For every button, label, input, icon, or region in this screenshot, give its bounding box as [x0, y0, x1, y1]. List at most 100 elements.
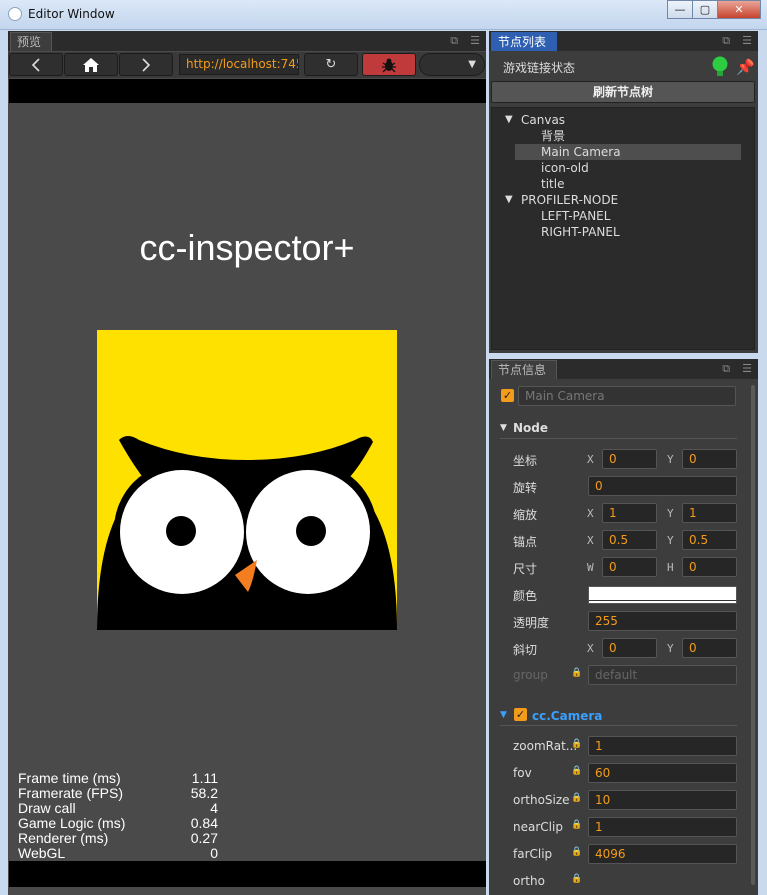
- home-button[interactable]: [64, 53, 118, 76]
- game-title-text: cc-inspector+: [139, 227, 355, 268]
- link-status-label: 游戏链接状态: [503, 61, 576, 75]
- device-dropdown[interactable]: ▼: [419, 53, 485, 76]
- popout-icon[interactable]: ⧉: [450, 34, 458, 48]
- prop-rotation: 旋转 0: [489, 476, 749, 498]
- camera-section-header[interactable]: ▼ ✓ cc.Camera: [500, 708, 737, 726]
- forward-button[interactable]: [119, 53, 173, 76]
- prop-skew: 斜切 X 0 Y 0: [489, 638, 749, 660]
- camera-enabled-checkbox[interactable]: ✓: [514, 708, 527, 721]
- tree-node[interactable]: RIGHT-PANEL: [492, 224, 754, 240]
- canvas-letterbox-top: [9, 79, 486, 103]
- camera-prop-field[interactable]: 10: [588, 790, 737, 810]
- preview-panel: 预览 ⧉ ☰ http://localhost:7456 ↻ ▼ cc-insp…: [8, 31, 486, 895]
- reload-button[interactable]: ↻: [304, 53, 358, 76]
- stat-row: Draw call 4: [18, 801, 218, 816]
- connection-bulb-icon: [712, 56, 728, 76]
- prop-position: 坐标 X 0 Y 0: [489, 449, 749, 471]
- canvas-letterbox-bottom: [9, 861, 486, 887]
- owl-logo-image: [97, 330, 397, 630]
- window-controls: — ▢ ✕: [667, 0, 761, 20]
- tree-node[interactable]: title: [492, 176, 754, 192]
- popout-icon[interactable]: ⧉: [722, 34, 730, 48]
- lock-icon: 🔒: [571, 739, 583, 749]
- expand-arrow-icon[interactable]: ▼: [505, 112, 513, 128]
- stat-value: 0.84: [190, 815, 218, 831]
- anchor-y-field[interactable]: 0.5: [682, 530, 737, 550]
- minimize-button[interactable]: —: [667, 0, 693, 19]
- lock-icon: 🔒: [571, 766, 583, 776]
- scale-y-field[interactable]: 1: [682, 503, 737, 523]
- camera-prop-field[interactable]: 1: [588, 736, 737, 756]
- stat-row: Framerate (FPS) 58.2: [18, 786, 218, 801]
- skew-x-field[interactable]: 0: [602, 638, 657, 658]
- menu-icon[interactable]: ☰: [470, 34, 480, 48]
- tab-nodeinfo[interactable]: 节点信息: [491, 360, 558, 379]
- camera-prop: orthoSize 🔒 10: [489, 790, 749, 812]
- tree-node[interactable]: Main Camera: [492, 144, 754, 160]
- tree-node[interactable]: ▼ Canvas: [492, 112, 754, 128]
- tree-node-label: Canvas: [521, 113, 566, 127]
- tab-nodelist[interactable]: 节点列表: [491, 32, 558, 51]
- camera-prop: zoomRat... 🔒 1: [489, 736, 749, 758]
- back-button[interactable]: [9, 53, 63, 76]
- camera-prop: ortho 🔒: [513, 874, 583, 888]
- skew-y-field[interactable]: 0: [682, 638, 737, 658]
- tree-node-label: RIGHT-PANEL: [541, 225, 620, 239]
- camera-prop-field[interactable]: 4096: [588, 844, 737, 864]
- chevron-right-icon: [142, 57, 151, 72]
- menu-icon[interactable]: ☰: [742, 34, 752, 48]
- expand-arrow-icon[interactable]: ▼: [505, 192, 513, 208]
- position-x-field[interactable]: 0: [602, 449, 657, 469]
- close-button[interactable]: ✕: [717, 0, 761, 19]
- popout-icon[interactable]: ⧉: [722, 362, 730, 376]
- bug-icon: [382, 58, 396, 72]
- tree-node[interactable]: icon-old: [492, 160, 754, 176]
- node-section-header[interactable]: ▼ Node: [500, 421, 737, 439]
- stat-label: WebGL: [18, 845, 66, 861]
- prop-anchor: 锚点 X 0.5 Y 0.5: [489, 530, 749, 552]
- stat-label: Renderer (ms): [18, 830, 109, 846]
- stat-label: Game Logic (ms): [18, 815, 126, 831]
- profiler-stats: Frame time (ms) 1.11 Framerate (FPS) 58.2 Dr…: [18, 771, 218, 861]
- node-name-field[interactable]: Main Camera: [518, 386, 736, 406]
- reload-icon: ↻: [325, 57, 337, 72]
- position-y-field[interactable]: 0: [682, 449, 737, 469]
- menu-icon[interactable]: ☰: [742, 362, 752, 376]
- maximize-button[interactable]: ▢: [692, 0, 718, 19]
- link-status-row: 游戏链接状态 📌: [489, 53, 758, 81]
- scale-x-field[interactable]: 1: [602, 503, 657, 523]
- pin-icon[interactable]: 📌: [736, 58, 755, 76]
- tab-preview[interactable]: 预览: [10, 32, 53, 51]
- camera-prop-field[interactable]: 1: [588, 817, 737, 837]
- anchor-x-field[interactable]: 0.5: [602, 530, 657, 550]
- stat-value: 58.2: [190, 785, 218, 801]
- node-tree: ▼ Canvas 背景 Main Camera icon-old title ▼ PROFIL…: [491, 107, 755, 350]
- tree-node[interactable]: ▼ PROFILER-NODE: [492, 192, 754, 208]
- stat-label: Framerate (FPS): [18, 785, 124, 801]
- window-titlebar: Editor Window — ▢ ✕: [0, 0, 767, 30]
- url-field[interactable]: http://localhost:7456: [179, 54, 299, 75]
- app-icon: [8, 7, 22, 21]
- stat-row: Renderer (ms) 0.27: [18, 831, 218, 846]
- lock-icon: 🔒: [571, 820, 583, 830]
- nodeinfo-scrollbar[interactable]: [751, 385, 755, 885]
- prop-scale: 缩放 X 1 Y 1: [489, 503, 749, 525]
- stat-label: Draw call: [18, 800, 76, 816]
- color-picker-field[interactable]: [588, 586, 737, 604]
- debug-button[interactable]: [362, 53, 416, 76]
- caret-down-icon: ▼: [500, 423, 507, 433]
- caret-down-icon: ▼: [500, 710, 507, 720]
- prop-size: 尺寸 W 0 H 0: [489, 557, 749, 579]
- tree-node[interactable]: LEFT-PANEL: [492, 208, 754, 224]
- node-active-checkbox[interactable]: ✓: [501, 389, 514, 402]
- refresh-tree-button[interactable]: 刷新节点树: [491, 81, 755, 103]
- size-h-field[interactable]: 0: [682, 557, 737, 577]
- rotation-field[interactable]: 0: [588, 476, 737, 496]
- tree-node-label: Main Camera: [541, 145, 621, 159]
- opacity-field[interactable]: 255: [588, 611, 737, 631]
- size-w-field[interactable]: 0: [602, 557, 657, 577]
- tree-node[interactable]: 背景: [492, 128, 754, 144]
- home-icon: [83, 57, 99, 72]
- stat-value: 0: [210, 845, 218, 861]
- camera-prop-field[interactable]: 60: [588, 763, 737, 783]
